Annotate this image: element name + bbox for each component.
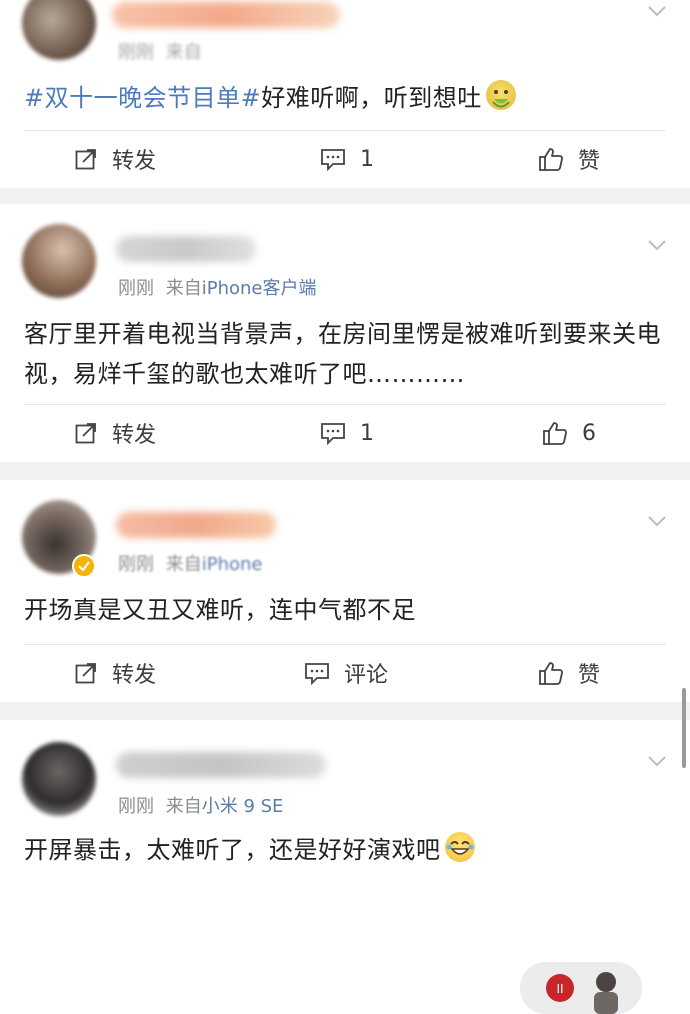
action-bar: 转发 评论 赞 bbox=[0, 648, 690, 698]
post-source[interactable]: iPhone客户端 bbox=[202, 278, 317, 299]
post-time: 刚刚 bbox=[118, 278, 154, 299]
divider bbox=[24, 404, 666, 405]
weibo-comment-card: 刚刚 来自小米 9 SE 开屏暴击，太难听了，还是好好演戏吧 bbox=[0, 720, 690, 884]
chevron-down-icon[interactable] bbox=[646, 0, 668, 22]
repost-icon bbox=[75, 663, 96, 684]
post-content: #双十一晚会节目单#好难听啊，听到想吐 bbox=[24, 78, 666, 118]
comment-button[interactable]: 评论 bbox=[304, 648, 388, 698]
card-separator bbox=[0, 702, 690, 720]
comment-button[interactable]: 1 bbox=[320, 134, 374, 184]
comment-count: 1 bbox=[360, 420, 374, 446]
action-bar: 转发 1 赞 bbox=[0, 134, 690, 184]
tears-of-joy-face-icon bbox=[444, 832, 475, 862]
repost-icon bbox=[75, 423, 96, 444]
like-button[interactable]: 6 bbox=[542, 408, 596, 458]
repost-label: 转发 bbox=[112, 423, 157, 448]
post-text: 客厅里开着电视当背景声，在房间里愣是被难听到要来关电视，易烊千玺的歌也太难听了吧… bbox=[24, 320, 661, 388]
chevron-down-icon[interactable] bbox=[646, 510, 668, 532]
repost-label: 转发 bbox=[112, 663, 157, 688]
like-count: 6 bbox=[582, 420, 596, 446]
scrollbar[interactable] bbox=[682, 688, 686, 768]
repost-label: 转发 bbox=[112, 149, 157, 174]
comment-icon bbox=[321, 149, 345, 171]
like-label: 赞 bbox=[578, 149, 601, 174]
weibo-comment-card: 刚刚 来自iPhone客户端 客厅里开着电视当背景声，在房间里愣是被难听到要来关… bbox=[0, 204, 690, 462]
post-content: 开屏暴击，太难听了，还是好好演戏吧 bbox=[24, 830, 666, 870]
headline-thumbnail[interactable]: II bbox=[520, 962, 642, 1014]
username[interactable] bbox=[116, 752, 326, 778]
thumbs-up-icon bbox=[543, 422, 567, 445]
post-source[interactable]: 小米 9 SE bbox=[202, 796, 284, 817]
repost-button[interactable]: 转发 bbox=[74, 408, 156, 458]
chevron-down-icon[interactable] bbox=[646, 750, 668, 772]
comment-icon bbox=[321, 423, 345, 445]
post-time: 刚刚 bbox=[118, 796, 154, 817]
post-text: 开屏暴击，太难听了，还是好好演戏吧 bbox=[24, 836, 441, 864]
comment-button[interactable]: 1 bbox=[320, 408, 374, 458]
post-from: 来自 bbox=[165, 554, 202, 575]
post-from: 来自 bbox=[165, 42, 202, 63]
like-button[interactable]: 赞 bbox=[538, 134, 600, 184]
post-text: 开场真是又丑又难听，连中气都不足 bbox=[24, 596, 416, 624]
chevron-down-icon[interactable] bbox=[646, 234, 668, 256]
post-source[interactable]: iPhone bbox=[202, 554, 263, 575]
verified-badge-icon bbox=[72, 554, 96, 578]
like-button[interactable]: 赞 bbox=[538, 648, 600, 698]
username[interactable] bbox=[116, 512, 276, 538]
action-bar: 转发 1 6 bbox=[0, 408, 690, 458]
repost-icon bbox=[75, 149, 96, 170]
post-content: 客厅里开着电视当背景声，在房间里愣是被难听到要来关电视，易烊千玺的歌也太难听了吧… bbox=[24, 314, 666, 394]
comment-label: 评论 bbox=[344, 663, 389, 688]
post-text: 好难听啊，听到想吐 bbox=[261, 84, 482, 112]
post-content: 开场真是又丑又难听，连中气都不足 bbox=[24, 590, 666, 630]
card-separator bbox=[0, 188, 690, 204]
post-time: 刚刚 bbox=[118, 554, 154, 575]
avatar[interactable] bbox=[22, 742, 96, 816]
svg-text:II: II bbox=[556, 982, 563, 996]
avatar[interactable] bbox=[22, 224, 96, 298]
post-meta: 刚刚 来自iPhone bbox=[118, 550, 263, 576]
post-meta: 刚刚 来自iPhone客户端 bbox=[118, 274, 317, 300]
post-time: 刚刚 bbox=[118, 42, 154, 63]
post-meta: 刚刚 来自 bbox=[118, 38, 202, 64]
username[interactable] bbox=[112, 2, 340, 28]
post-meta: 刚刚 来自小米 9 SE bbox=[118, 792, 283, 818]
comment-icon bbox=[305, 663, 329, 685]
thumbs-up-icon bbox=[539, 662, 563, 685]
repost-button[interactable]: 转发 bbox=[74, 648, 156, 698]
thumbs-up-icon bbox=[539, 148, 563, 171]
hashtag-link[interactable]: #双十一晚会节目单# bbox=[24, 84, 261, 112]
weibo-comment-card: 刚刚 来自 #双十一晚会节目单#好难听啊，听到想吐 转发 1 赞 bbox=[0, 0, 690, 188]
like-label: 赞 bbox=[578, 663, 601, 688]
vomiting-face-icon bbox=[485, 80, 516, 110]
post-from: 来自 bbox=[165, 278, 202, 299]
avatar[interactable] bbox=[22, 0, 96, 60]
comment-count: 1 bbox=[360, 146, 374, 172]
repost-button[interactable]: 转发 bbox=[74, 134, 156, 184]
post-from: 来自 bbox=[165, 796, 202, 817]
username[interactable] bbox=[116, 236, 256, 262]
divider bbox=[24, 130, 666, 131]
divider bbox=[24, 644, 666, 645]
weibo-comment-card: II 刚刚 来自iPhone 开场真是又丑又难听，连中气都不足 转发 评论 赞 bbox=[0, 480, 690, 1014]
card-separator bbox=[0, 462, 690, 480]
